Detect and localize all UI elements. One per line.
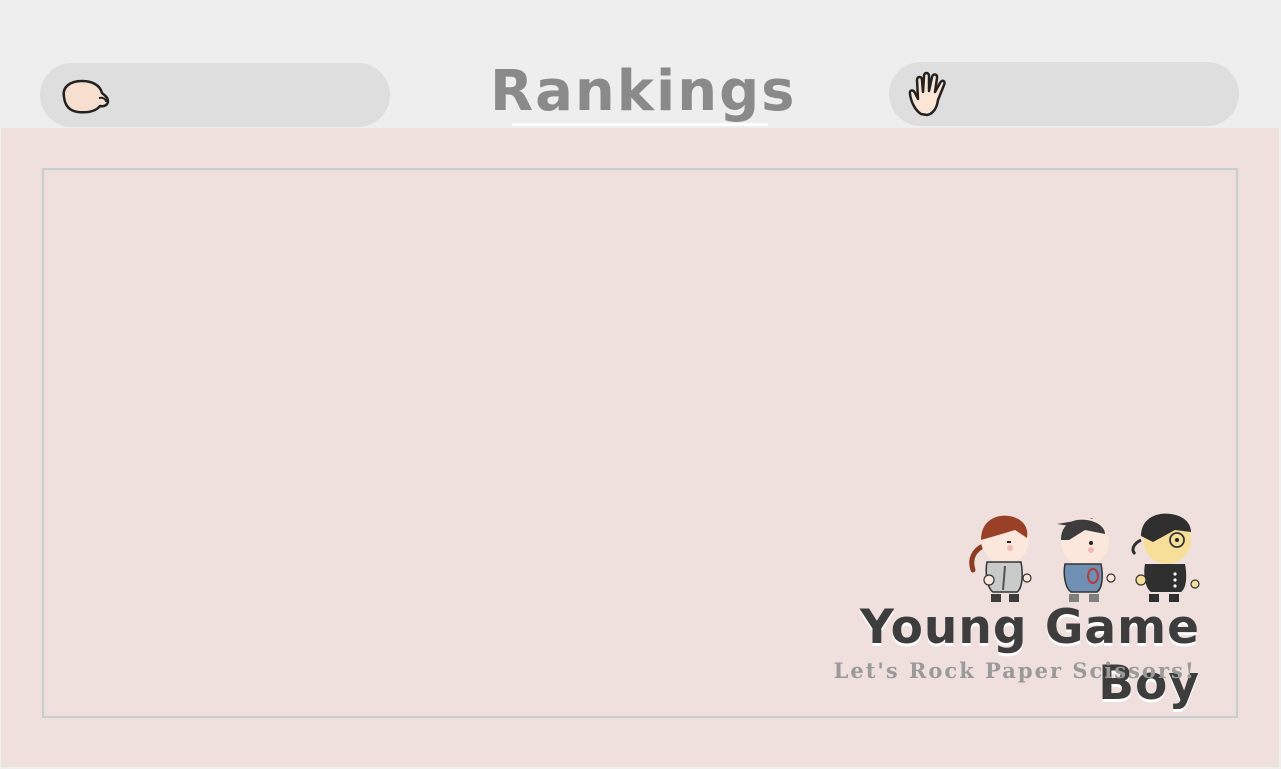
page-title: Rankings — [490, 59, 797, 124]
logo-subtitle: Let's Rock Paper Scissors! — [833, 658, 1196, 683]
top-bar: Rankings — [0, 0, 1281, 128]
logo-title: Young Game Boy — [859, 600, 1200, 711]
title-underline — [512, 123, 768, 126]
girl-character — [969, 515, 1032, 602]
paper-hand-icon — [907, 70, 959, 118]
characters-illustration — [969, 513, 1200, 602]
game-logo: Young Game Boy Let's Rock Paper Scissors… — [770, 510, 1210, 711]
glasses-character — [1131, 513, 1200, 602]
rock-player-bar[interactable] — [40, 63, 390, 127]
paper-player-bar[interactable] — [889, 62, 1239, 126]
boy-character — [1057, 518, 1116, 602]
rock-fist-icon — [58, 71, 110, 119]
